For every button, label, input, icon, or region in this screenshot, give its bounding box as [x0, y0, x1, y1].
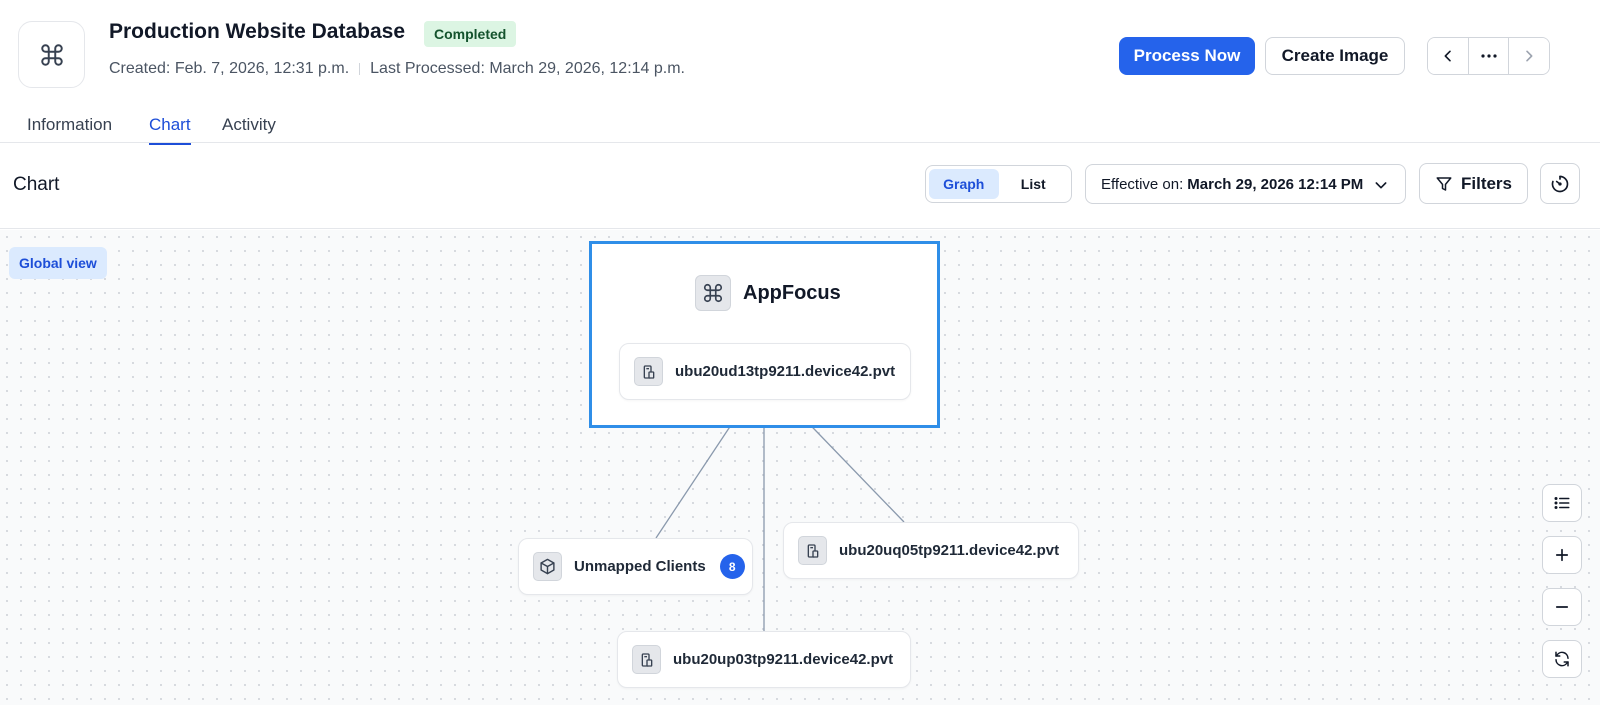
command-icon: [40, 43, 63, 66]
history-button[interactable]: [1540, 163, 1580, 204]
device-node-ubu20uq05[interactable]: ubu20uq05tp9211.device42.pvt: [783, 522, 1079, 579]
device-icon: [641, 652, 652, 667]
refresh-icon: [1555, 651, 1569, 667]
effective-value: March 29, 2026 12:14 PM: [1187, 175, 1364, 193]
reset-view-button[interactable]: [1542, 640, 1582, 678]
tab-chart[interactable]: Chart: [149, 115, 191, 145]
more-actions-button[interactable]: [1468, 38, 1510, 74]
device-node-label: ubu20up03tp9211.device42.pvt: [673, 651, 894, 668]
device-icon-wrap: [632, 645, 661, 674]
graph-canvas[interactable]: Global view AppFocus ubu20ud13tp9211.dev…: [0, 230, 1600, 705]
tab-bar: Information Chart Activity: [0, 105, 1600, 145]
meta-divider: [359, 63, 361, 75]
device-node-ubu20up03[interactable]: ubu20up03tp9211.device42.pvt: [617, 631, 911, 688]
chart-toolbar: Chart Graph List Effective on: March 29,…: [0, 143, 1600, 229]
focus-device-label: ubu20ud13tp9211.device42.pvt: [675, 363, 896, 380]
filters-button[interactable]: Filters: [1419, 163, 1528, 204]
focus-name: AppFocus: [743, 281, 841, 304]
global-view-badge[interactable]: Global view: [9, 247, 107, 279]
focus-header: AppFocus: [695, 275, 841, 311]
chevron-right-icon: [1526, 50, 1533, 62]
next-button[interactable]: [1509, 38, 1549, 74]
zoom-out-button[interactable]: [1542, 588, 1582, 626]
unmapped-clients-label: Unmapped Clients: [574, 558, 706, 575]
device-icon: [643, 364, 654, 379]
device-node-label: ubu20uq05tp9211.device42.pvt: [839, 542, 1060, 559]
view-toggle: Graph List: [925, 165, 1072, 203]
created-date: Created: Feb. 7, 2026, 12:31 p.m.: [109, 60, 350, 77]
package-icon-wrap: [533, 552, 562, 581]
previous-button[interactable]: [1428, 38, 1469, 74]
unmapped-clients-node[interactable]: Unmapped Clients 8: [518, 538, 753, 595]
list-icon: [1554, 497, 1570, 509]
filters-label: Filters: [1460, 173, 1513, 193]
filter-icon: [1436, 176, 1452, 191]
package-question-icon: [540, 558, 555, 575]
zoom-in-button[interactable]: [1542, 536, 1582, 574]
effective-date-select[interactable]: Effective on: March 29, 2026 12:14 PM: [1085, 164, 1406, 204]
effective-label: Effective on:: [1101, 175, 1184, 193]
timer-icon: [1551, 175, 1569, 192]
legend-button[interactable]: [1542, 484, 1582, 522]
app-icon: [18, 21, 85, 88]
focus-device-node[interactable]: ubu20ud13tp9211.device42.pvt: [619, 343, 911, 400]
device-icon-wrap: [798, 536, 827, 565]
chart-section-title: Chart: [13, 174, 60, 195]
minus-icon: [1555, 606, 1569, 608]
record-nav-group: [1427, 37, 1550, 75]
create-image-button[interactable]: Create Image: [1265, 37, 1405, 75]
graph-view-button[interactable]: Graph: [929, 169, 999, 199]
meta-info: Created: Feb. 7, 2026, 12:31 p.m. Last P…: [109, 60, 685, 78]
device-icon: [807, 543, 818, 558]
tab-information[interactable]: Information: [27, 115, 112, 135]
device-icon-wrap: [634, 357, 663, 386]
plus-icon: [1555, 548, 1569, 562]
unmapped-count-badge: 8: [719, 554, 745, 579]
status-badge: Completed: [424, 21, 517, 47]
more-horizontal-icon: [1480, 54, 1497, 58]
header: Production Website Database Completed Cr…: [0, 0, 1600, 100]
focus-group[interactable]: AppFocus ubu20ud13tp9211.device42.pvt: [589, 241, 940, 428]
last-processed-date: Last Processed: March 29, 2026, 12:14 p.…: [370, 60, 685, 77]
page-title: Production Website Database: [109, 20, 406, 43]
chevron-down-icon: [1375, 182, 1387, 189]
focus-icon-wrap: [695, 275, 731, 311]
command-icon: [703, 283, 723, 303]
tab-activity[interactable]: Activity: [222, 115, 276, 135]
list-view-button[interactable]: List: [999, 169, 1069, 199]
process-now-button[interactable]: Process Now: [1119, 37, 1255, 75]
chevron-left-icon: [1444, 50, 1451, 62]
